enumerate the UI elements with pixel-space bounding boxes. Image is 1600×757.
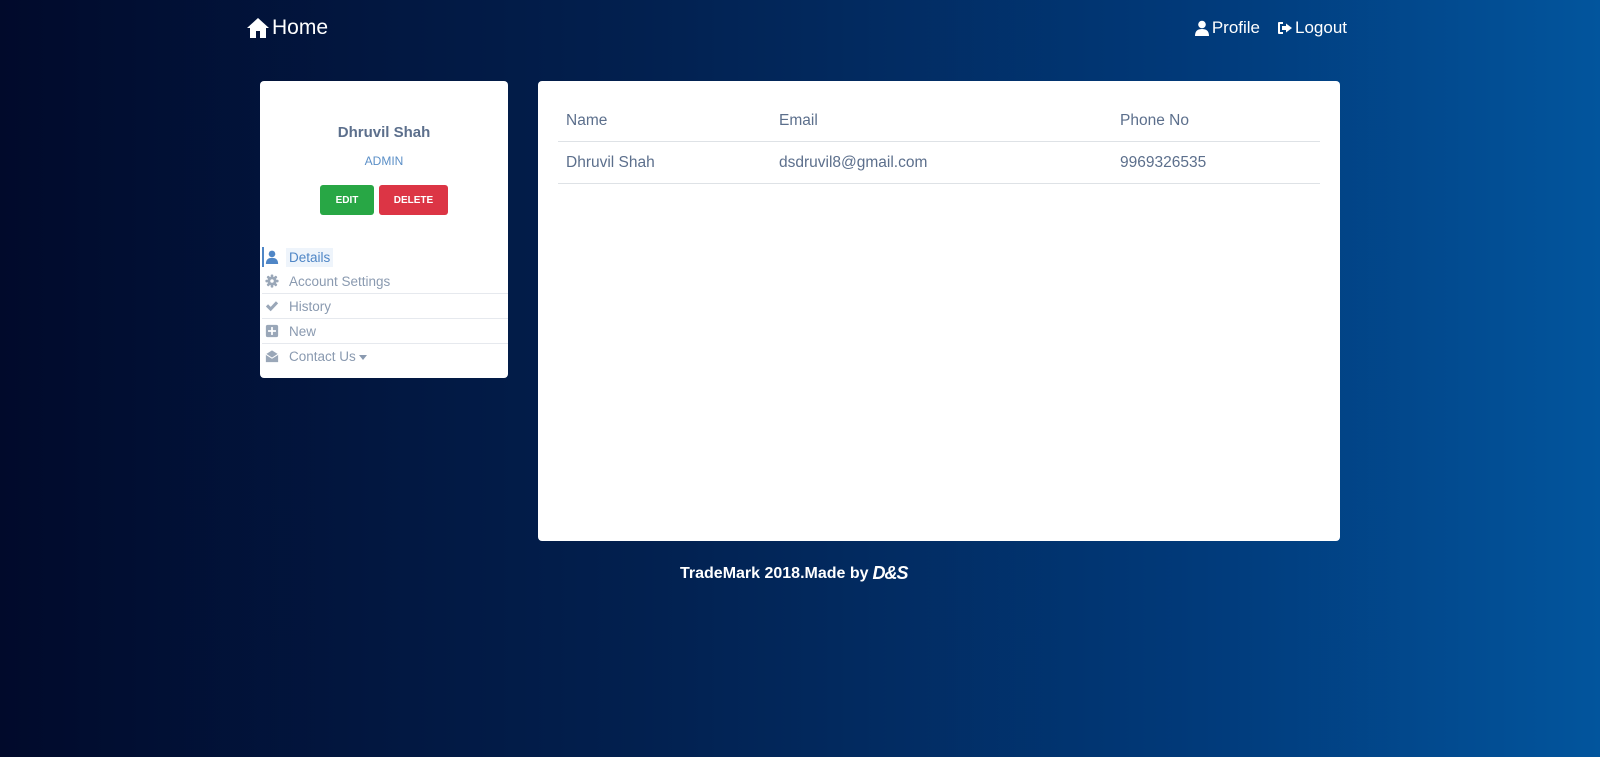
menu-item-new[interactable]: New [262, 319, 508, 344]
menu-item-label: Details [286, 247, 334, 267]
column-header-email: Email [771, 101, 1112, 142]
menu-item-details[interactable]: Details [262, 245, 508, 269]
menu-item-contact-us[interactable]: Contact Us [262, 344, 508, 368]
table-row: Dhruvil Shah dsdruvil8@gmail.com 9969326… [558, 141, 1320, 184]
menu-item-label: Account Settings [289, 273, 391, 289]
footer-text: TradeMark 2018.Made by [680, 564, 869, 582]
logout-label: Logout [1295, 18, 1347, 37]
profile-label: Profile [1211, 18, 1260, 37]
cell-name: Dhruvil Shah [558, 141, 771, 184]
user-icon [265, 250, 279, 264]
chevron-down-icon [358, 354, 367, 360]
logout-link[interactable]: Logout [1277, 18, 1347, 38]
profile-link[interactable]: Profile [1194, 18, 1260, 38]
profile-name: Dhruvil Shah [337, 124, 431, 141]
top-navbar: Home Profile Logout [0, 0, 1600, 58]
user-table: Name Email Phone No Dhruvil Shah dsdruvi… [558, 101, 1320, 184]
home-link[interactable]: Home [246, 16, 328, 40]
delete-button[interactable]: DELETE [379, 185, 448, 215]
gear-icon [265, 274, 279, 288]
column-header-name: Name [558, 101, 771, 142]
profile-role: ADMIN [364, 154, 404, 168]
plus-square-icon [265, 324, 279, 338]
cell-phone: 9969326535 [1112, 141, 1320, 184]
footer: TradeMark 2018.Made by D&S [680, 563, 909, 584]
table-header-row: Name Email Phone No [558, 101, 1320, 142]
active-indicator [262, 247, 264, 267]
user-details-card: Name Email Phone No Dhruvil Shah dsdruvi… [538, 81, 1340, 541]
home-icon [247, 18, 269, 38]
sign-out-icon [1278, 22, 1292, 34]
edit-button[interactable]: EDIT [320, 185, 374, 215]
menu-item-account-settings[interactable]: Account Settings [262, 269, 508, 294]
envelope-open-icon [265, 349, 279, 363]
check-icon [265, 299, 279, 313]
menu-item-label: Contact Us [289, 348, 356, 364]
home-label: Home [272, 16, 329, 39]
brand-logo: D&S [872, 563, 909, 583]
menu-item-label: New [289, 323, 317, 339]
menu-item-history[interactable]: History [262, 294, 508, 319]
menu-item-label: History [289, 298, 332, 314]
profile-card: Dhruvil Shah ADMIN EDIT DELETE Details A… [260, 81, 508, 378]
profile-menu: Details Account Settings History New Con… [262, 245, 508, 368]
user-icon [1194, 20, 1209, 36]
column-header-phone: Phone No [1112, 101, 1320, 142]
cell-email: dsdruvil8@gmail.com [771, 141, 1112, 184]
nav-right: Profile Logout [1177, 18, 1347, 38]
